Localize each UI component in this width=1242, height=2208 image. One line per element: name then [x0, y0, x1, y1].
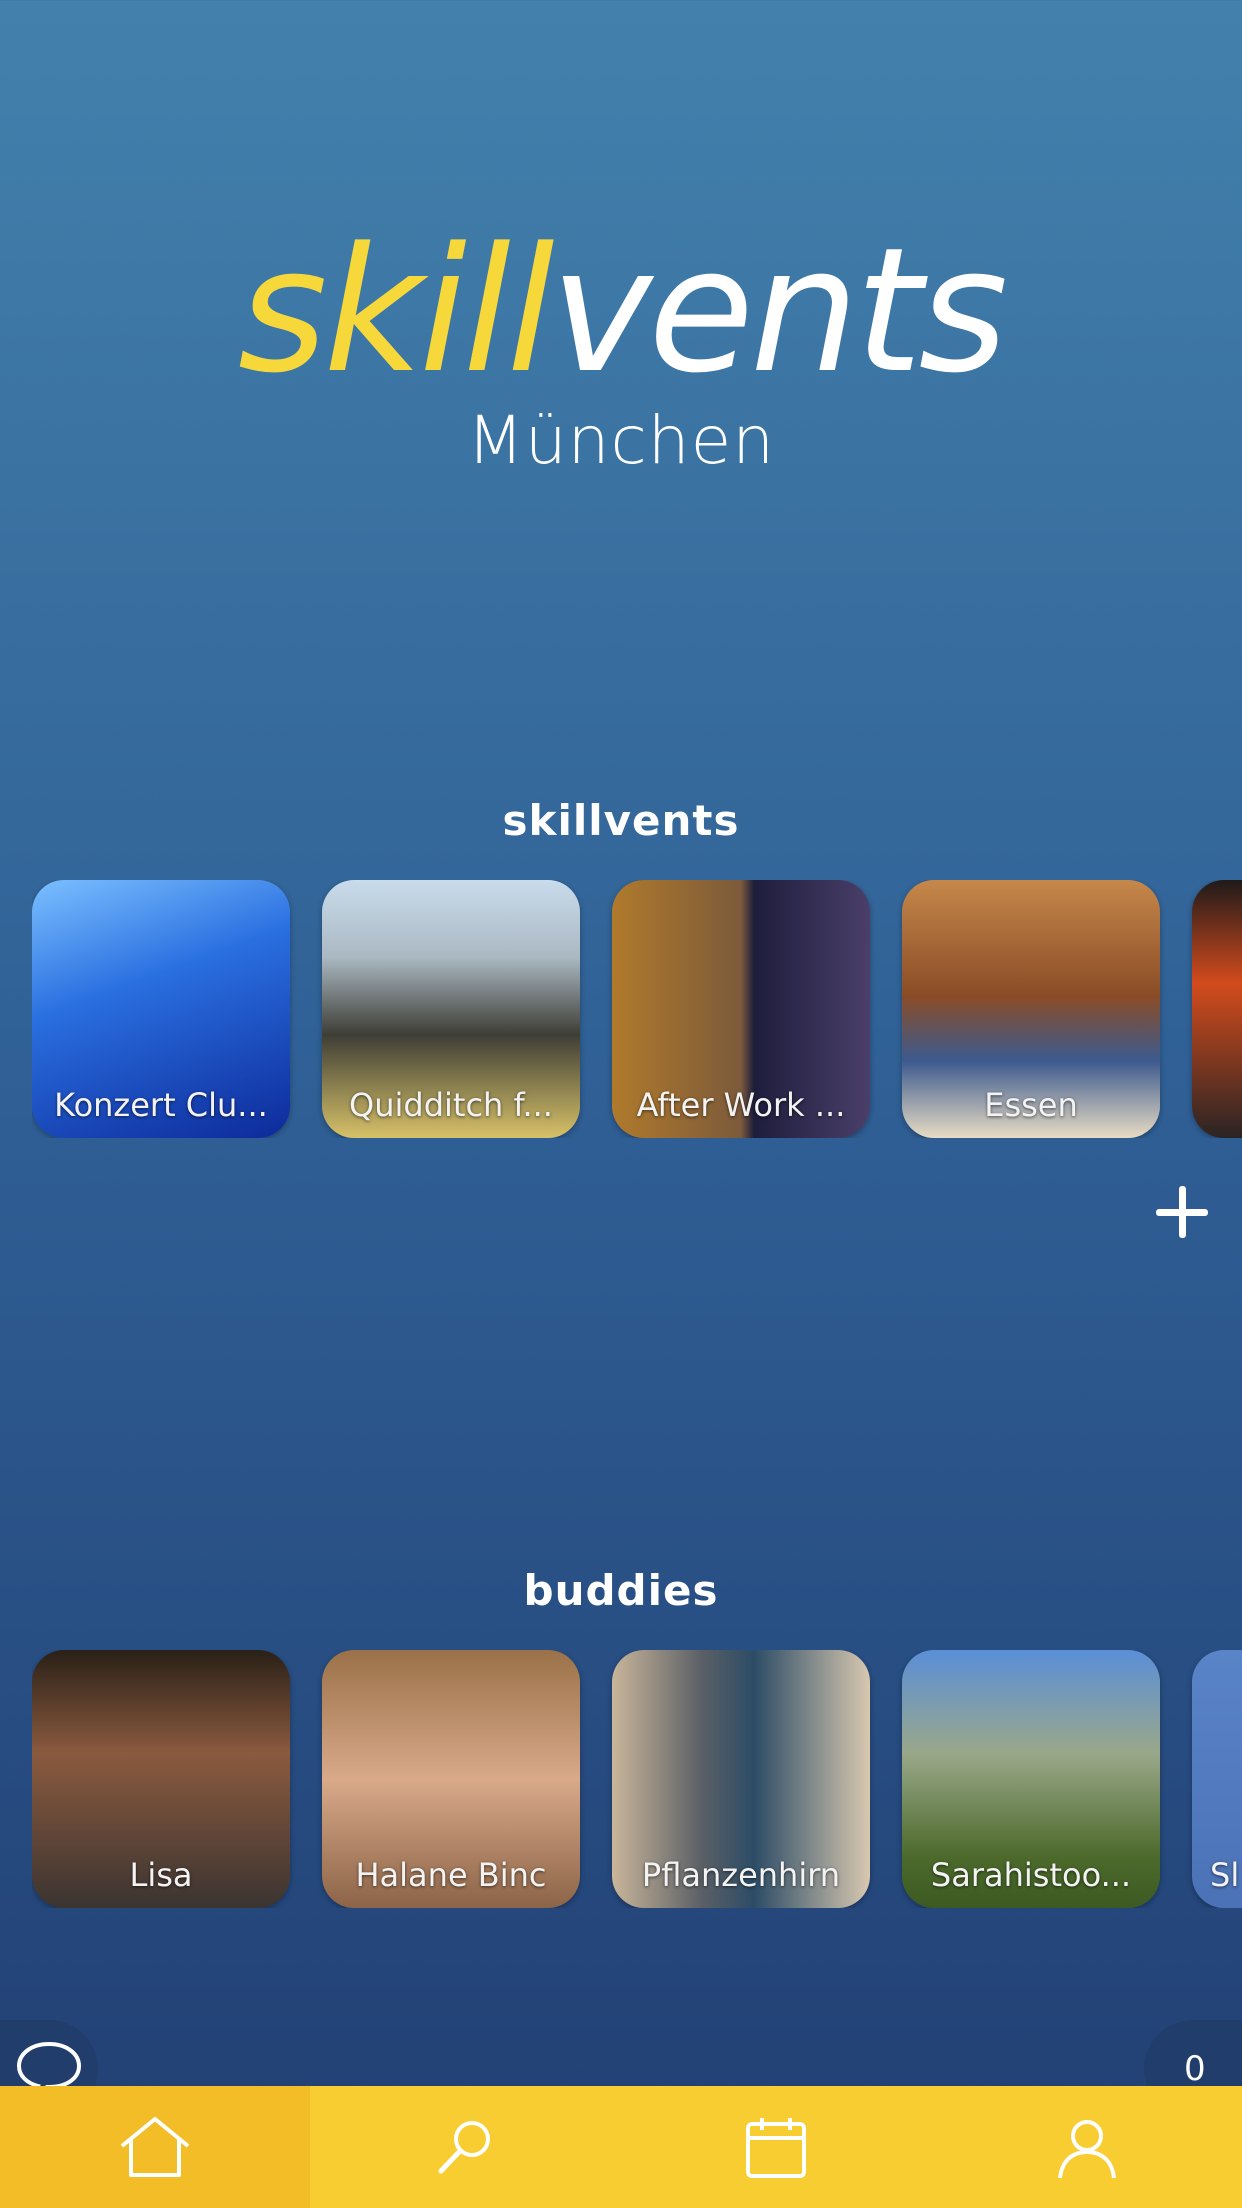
skillvent-card-label: Konzert Clu...	[54, 1086, 268, 1124]
buddy-card-label: Halane Binc	[355, 1856, 547, 1894]
app-logo: skillvents	[237, 210, 1008, 411]
nav-calendar[interactable]	[621, 2086, 932, 2208]
nav-search[interactable]	[310, 2086, 621, 2208]
city-name: München	[466, 402, 776, 479]
skillvent-card[interactable]	[1192, 880, 1242, 1138]
buddy-card-label: Sl	[1210, 1856, 1240, 1894]
skillvent-card-label: Essen	[984, 1086, 1078, 1124]
bottom-navigation	[0, 2086, 1242, 2208]
buddy-card[interactable]: Halane Binc	[322, 1650, 580, 1908]
buddy-card[interactable]: Pflanzenhirn	[612, 1650, 870, 1908]
calendar-icon	[746, 2118, 806, 2178]
skillvent-card[interactable]: Konzert Clu...	[32, 880, 290, 1138]
nav-profile[interactable]	[931, 2086, 1242, 2208]
buddy-card[interactable]: Sl	[1192, 1650, 1242, 1908]
buddy-card-label: Sarahistoo...	[930, 1856, 1132, 1894]
skillvents-carousel[interactable]: Konzert Clu... Quidditch f... After Work…	[32, 880, 1242, 1138]
skillvent-card[interactable]: Essen	[902, 880, 1160, 1138]
search-icon	[438, 2121, 491, 2174]
add-skillvent-button[interactable]	[1152, 1182, 1212, 1242]
skillvent-card[interactable]: Quidditch f...	[322, 880, 580, 1138]
home-icon	[120, 2117, 190, 2177]
profile-icon	[1057, 2120, 1116, 2179]
buddy-card-label: Lisa	[129, 1856, 193, 1894]
skillvent-card[interactable]: After Work ...	[612, 880, 870, 1138]
buddies-carousel[interactable]: Lisa Halane Binc Pflanzenhirn Sarahistoo…	[32, 1650, 1242, 1908]
skillvents-heading: skillvents	[502, 796, 740, 845]
skillvent-card-label: After Work ...	[636, 1086, 846, 1124]
nav-home[interactable]	[0, 2086, 310, 2208]
skillvent-card-label: Quidditch f...	[349, 1086, 553, 1124]
buddies-heading: buddies	[523, 1566, 719, 1615]
buddy-card[interactable]: Lisa	[32, 1650, 290, 1908]
buddy-card-label: Pflanzenhirn	[641, 1856, 841, 1894]
buddy-card[interactable]: Sarahistoo...	[902, 1650, 1160, 1908]
